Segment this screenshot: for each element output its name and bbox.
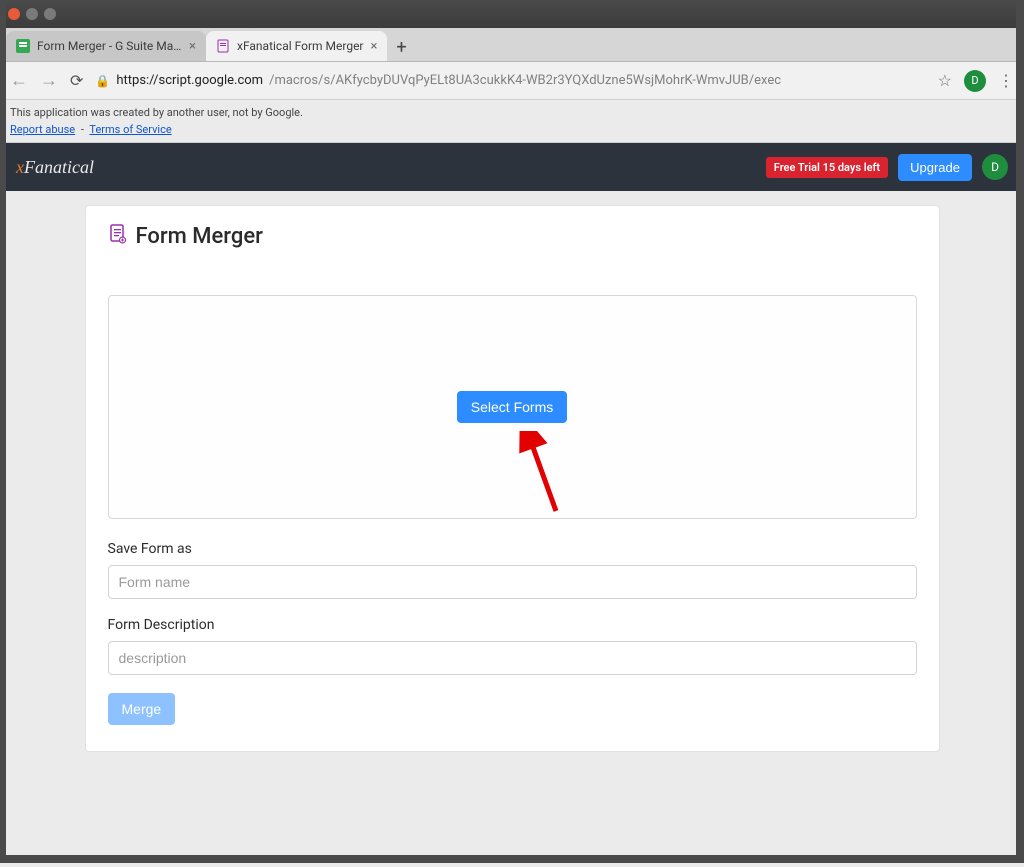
window-maximize-button[interactable] xyxy=(44,8,56,20)
header-right: Free Trial 15 days left Upgrade D xyxy=(766,154,1008,181)
main-card: Form Merger Select Forms Save Form as Fo… xyxy=(85,205,940,752)
url-path: /macros/s/AKfycbyDUVqPyELt8UA3cukkK4-WB2… xyxy=(269,73,781,88)
new-tab-button[interactable]: + xyxy=(387,33,415,61)
app-profile-avatar[interactable]: D xyxy=(982,154,1008,180)
window-close-button[interactable] xyxy=(8,8,20,20)
tab-title: xFanatical Form Merger xyxy=(237,39,364,53)
disclaimer-text: This application was created by another … xyxy=(10,106,1014,119)
browser-menu-icon[interactable]: ⋮ xyxy=(998,71,1014,90)
tab-marketplace[interactable]: Form Merger - G Suite Marketpl… × xyxy=(6,31,206,61)
tab-favicon-marketplace xyxy=(16,39,30,53)
save-as-label: Save Form as xyxy=(108,541,917,557)
brand-rest: Fanatical xyxy=(24,157,94,177)
tab-close-icon[interactable]: × xyxy=(189,39,196,54)
avatar-initial: D xyxy=(971,74,978,87)
form-icon xyxy=(108,224,128,249)
terms-link[interactable]: Terms of Service xyxy=(89,123,171,136)
url-host: https://script.google.com xyxy=(116,73,263,88)
tab-form-merger[interactable]: xFanatical Form Merger × xyxy=(206,31,387,61)
reload-button[interactable]: ⟳ xyxy=(70,71,83,90)
merge-button[interactable]: Merge xyxy=(108,693,176,725)
back-button[interactable]: ← xyxy=(10,70,28,91)
description-label: Form Description xyxy=(108,617,917,633)
avatar-initial: D xyxy=(991,160,999,174)
report-abuse-link[interactable]: Report abuse xyxy=(10,123,75,136)
tab-title: Form Merger - G Suite Marketpl… xyxy=(37,39,182,53)
form-description-input[interactable] xyxy=(108,641,917,675)
page-title: Form Merger xyxy=(136,224,263,249)
select-forms-button[interactable]: Select Forms xyxy=(457,391,567,423)
tab-strip: Form Merger - G Suite Marketpl… × xFanat… xyxy=(0,28,1024,62)
lock-icon: 🔒 xyxy=(95,74,110,88)
window-minimize-button[interactable] xyxy=(26,8,38,20)
apps-script-disclaimer: This application was created by another … xyxy=(0,100,1024,143)
window-right-edge xyxy=(1016,0,1024,863)
browser-profile-avatar[interactable]: D xyxy=(964,70,986,92)
forward-button[interactable]: → xyxy=(40,70,58,91)
window-bottom-edge xyxy=(0,855,1024,863)
brand-x: x xyxy=(16,157,24,177)
app-body: Form Merger Select Forms Save Form as Fo… xyxy=(0,191,1024,867)
separator: - xyxy=(81,123,84,136)
brand-logo: xFanatical xyxy=(16,157,94,178)
browser-toolbar: ← → ⟳ 🔒 https://script.google.com/macros… xyxy=(0,62,1024,100)
page-title-row: Form Merger xyxy=(108,224,917,249)
window-left-edge xyxy=(0,0,6,863)
tab-favicon-form-merger xyxy=(216,39,230,53)
app-header: xFanatical Free Trial 15 days left Upgra… xyxy=(0,143,1024,191)
window-controls xyxy=(8,8,56,20)
window-titlebar xyxy=(0,0,1024,28)
form-name-input[interactable] xyxy=(108,565,917,599)
bookmark-star-icon[interactable]: ☆ xyxy=(938,71,952,90)
forms-drop-area: Select Forms xyxy=(108,295,917,519)
tab-close-icon[interactable]: × xyxy=(371,39,378,54)
url-bar[interactable]: 🔒 https://script.google.com/macros/s/AKf… xyxy=(95,73,925,88)
trial-badge: Free Trial 15 days left xyxy=(766,157,888,178)
upgrade-button[interactable]: Upgrade xyxy=(898,154,972,181)
